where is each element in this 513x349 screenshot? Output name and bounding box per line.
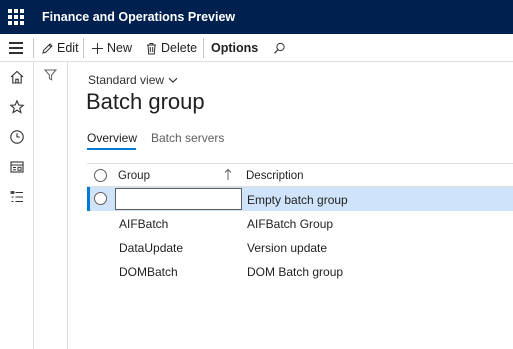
table-row[interactable]: DOMBatch DOM Batch group (87, 259, 513, 283)
divider (33, 38, 34, 58)
action-pane: Edit New Delete Options (0, 34, 513, 62)
divider (203, 38, 204, 58)
pencil-icon (42, 42, 53, 54)
new-button[interactable]: New (91, 40, 132, 56)
row-select-radio[interactable] (94, 192, 107, 205)
group-input[interactable] (115, 188, 242, 210)
column-header-group[interactable]: Group (118, 170, 150, 182)
new-label: New (107, 41, 133, 55)
grid-header: Group Description (87, 163, 513, 187)
description-cell[interactable]: DOM Batch group (247, 265, 343, 279)
sort-ascending-icon[interactable] (224, 168, 232, 181)
table-row[interactable]: AIFBatch AIFBatch Group (87, 211, 513, 235)
table-row[interactable]: Empty batch group (87, 187, 513, 211)
list-icon[interactable] (9, 189, 25, 205)
group-cell[interactable]: DOMBatch (119, 265, 178, 279)
selected-row-indicator (87, 187, 90, 211)
main-content: Standard view Batch group Overview Batch… (68, 62, 513, 349)
chevron-down-icon (168, 77, 178, 83)
description-cell[interactable]: Empty batch group (247, 193, 348, 207)
view-label: Standard view (88, 73, 165, 87)
group-cell[interactable]: DataUpdate (119, 241, 183, 255)
options-button[interactable]: Options (211, 40, 258, 56)
clock-icon[interactable] (9, 129, 25, 145)
search-icon (274, 42, 285, 54)
top-bar: Finance and Operations Preview (0, 0, 513, 34)
page-title: Batch group (86, 89, 205, 114)
app-title: Finance and Operations Preview (42, 10, 236, 24)
search-button[interactable] (273, 40, 289, 56)
delete-button[interactable]: Delete (145, 40, 197, 56)
view-selector[interactable]: Standard view (88, 73, 178, 87)
filter-pane (34, 62, 68, 349)
edit-label: Edit (57, 41, 79, 55)
app-launcher-icon[interactable] (8, 9, 24, 25)
table-row[interactable]: DataUpdate Version update (87, 235, 513, 259)
plus-icon (92, 42, 103, 54)
hamburger-menu-icon[interactable] (9, 42, 23, 54)
description-cell[interactable]: Version update (247, 241, 327, 255)
trash-icon (147, 42, 156, 54)
active-tab-indicator (87, 148, 136, 150)
delete-label: Delete (161, 41, 198, 55)
star-icon[interactable] (9, 99, 25, 115)
select-all-radio[interactable] (94, 169, 107, 182)
navigation-rail (0, 62, 34, 349)
tab-overview[interactable]: Overview (87, 131, 137, 145)
home-icon[interactable] (9, 69, 25, 85)
column-header-description[interactable]: Description (246, 170, 304, 182)
edit-button[interactable]: Edit (41, 40, 79, 56)
group-cell[interactable]: AIFBatch (119, 217, 168, 231)
options-label: Options (211, 41, 259, 55)
tab-batch-servers[interactable]: Batch servers (151, 131, 224, 145)
divider (83, 38, 84, 58)
filter-icon[interactable] (44, 69, 57, 81)
description-cell[interactable]: AIFBatch Group (247, 217, 333, 231)
workspace-icon[interactable] (9, 159, 25, 175)
